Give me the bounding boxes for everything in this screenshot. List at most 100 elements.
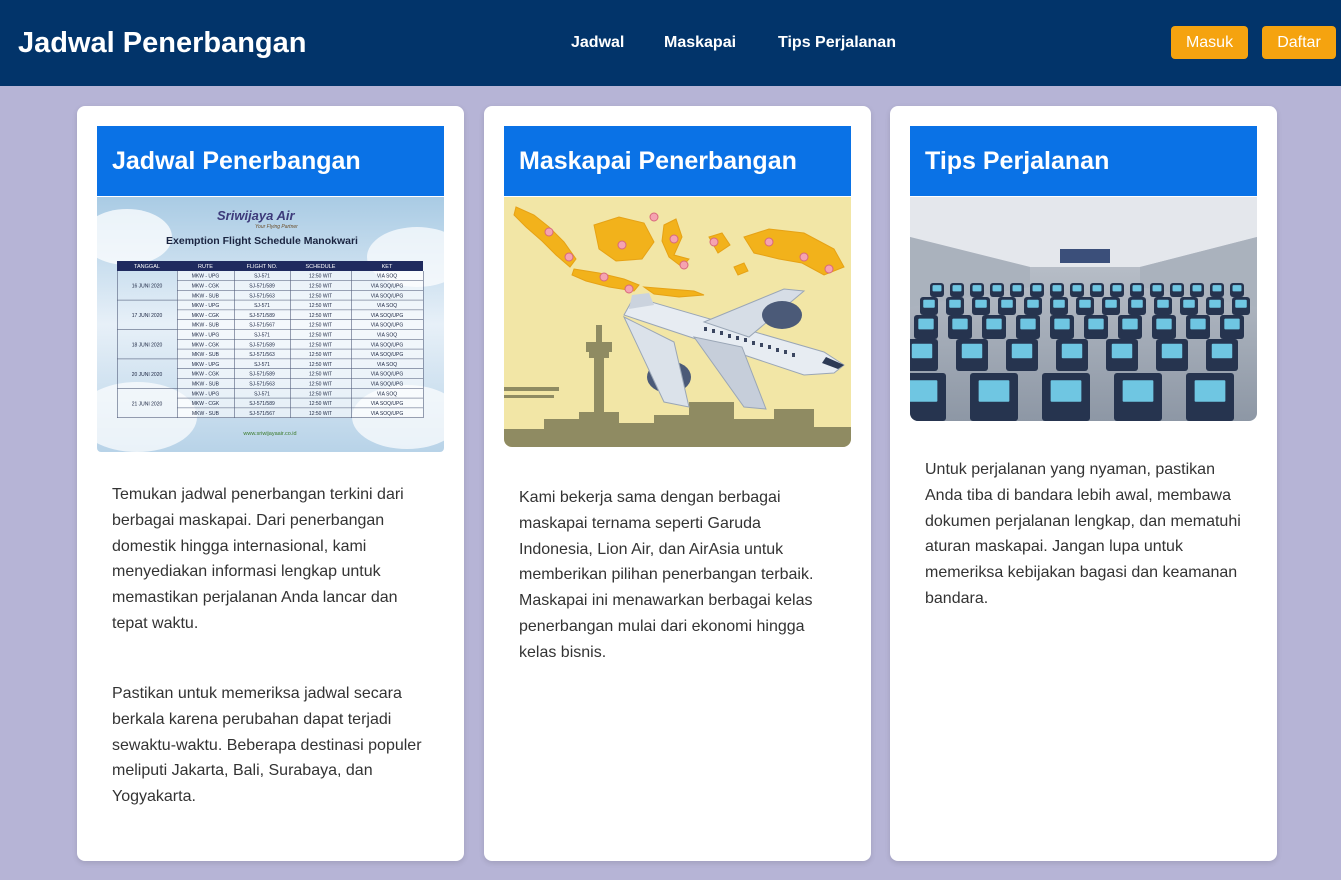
schedule-row-divider <box>177 329 423 330</box>
schedule-cell: VIA SOQ/UPG <box>371 382 404 388</box>
schedule-cell: 12:50 WIT <box>309 303 332 309</box>
schedule-cell: 12:50 WIT <box>309 382 332 388</box>
schedule-date: 18 JUNI 2020 <box>132 343 163 349</box>
seatback-screen <box>923 299 935 308</box>
brand-logo-text: Sriwijaya Air <box>217 208 295 223</box>
seatback-screen <box>910 380 938 402</box>
seatback-screen <box>1172 285 1182 292</box>
schedule-cell: SJ-571/563 <box>249 352 275 358</box>
schedule-footer-url: www.sriwijayaair.co.id <box>242 431 296 437</box>
schedule-row-divider <box>177 358 423 360</box>
schedule-cell: 12:50 WIT <box>309 342 332 348</box>
schedule-cell: MKW - SUB <box>192 323 220 329</box>
schedule-cell: 12:50 WIT <box>309 352 332 358</box>
card-title: Tips Perjalanan <box>910 126 1257 196</box>
seatback-screen <box>1235 299 1247 308</box>
schedule-cell: VIA SOQ/UPG <box>371 401 404 407</box>
schedule-row-divider <box>177 299 423 301</box>
card-title: Maskapai Penerbangan <box>504 126 851 196</box>
schedule-cell: VIA SOQ/UPG <box>371 352 404 358</box>
login-button[interactable]: Masuk <box>1171 26 1248 59</box>
schedule-cell: MKW - UPG <box>192 362 220 368</box>
seatback-screen <box>1190 318 1206 330</box>
seatback-screen <box>1012 285 1022 292</box>
seatback-screen <box>1161 343 1183 359</box>
schedule-cell: VIA SOQ/UPG <box>371 313 404 319</box>
seatback-screen <box>952 318 968 330</box>
seatback-screen <box>1152 285 1162 292</box>
schedule-date: 17 JUNI 2020 <box>132 313 163 319</box>
cabin-interior-image <box>910 197 1257 421</box>
schedule-row-divider <box>177 417 423 418</box>
schedule-column-divider <box>351 271 352 418</box>
schedule-cell: VIA SOQ <box>377 391 397 397</box>
schedule-cell: SJ-571 <box>254 391 270 397</box>
brand-tagline: Your Flying Partner <box>255 224 298 230</box>
seatback-screen <box>1224 318 1240 330</box>
seatback-screen <box>911 343 933 359</box>
schedule-cell: 12:50 WIT <box>309 274 332 280</box>
seatback-screen <box>1132 285 1142 292</box>
seatback-screen <box>1105 299 1117 308</box>
card-paragraph: Untuk perjalanan yang nyaman, pastikan A… <box>925 461 1241 607</box>
schedule-column-header: TANGGAL <box>134 264 160 270</box>
seatback-screen <box>1088 318 1104 330</box>
schedule-cell: 12:50 WIT <box>309 333 332 339</box>
schedule-cell: 12:50 WIT <box>309 293 332 299</box>
schedule-cell: VIA SOQ <box>377 303 397 309</box>
schedule-cell: MKW - CGK <box>192 284 220 290</box>
schedule-cell: VIA SOQ <box>377 274 397 280</box>
schedule-cell: MKW - UPG <box>192 274 220 280</box>
seatback-screen <box>949 299 961 308</box>
schedule-cell: 12:50 WIT <box>309 362 332 368</box>
seatback-screen <box>986 318 1002 330</box>
seatback-screen <box>1072 285 1082 292</box>
card-travel-tips: Tips Perjalanan Untuk perjalanan yang ny… <box>890 106 1277 861</box>
schedule-column-divider <box>234 271 235 418</box>
schedule-row-divider <box>177 348 423 350</box>
card-paragraph: Kami bekerja sama dengan berbagai maskap… <box>519 489 814 661</box>
schedule-cell: MKW - UPG <box>192 333 220 339</box>
schedule-cell: SJ-571 <box>254 274 270 280</box>
nav-link-maskapai[interactable]: Maskapai <box>664 34 736 52</box>
top-navbar: Jadwal Penerbangan Jadwal Maskapai Tips … <box>0 0 1341 86</box>
schedule-cell: VIA SOQ <box>377 333 397 339</box>
schedule-row-divider <box>177 388 423 389</box>
seatback-screen <box>978 380 1010 402</box>
schedule-cell: VIA SOQ/UPG <box>371 323 404 329</box>
schedule-cell: 12:50 WIT <box>309 284 332 290</box>
schedule-row-divider <box>177 368 423 369</box>
airplane-map-image <box>504 197 851 447</box>
seatback-screen <box>1131 299 1143 308</box>
schedule-date: 21 JUNI 2020 <box>132 401 163 407</box>
seatback-screen <box>1157 299 1169 308</box>
schedule-date: 16 JUNI 2020 <box>132 284 163 290</box>
schedule-cell: MKW - CGK <box>192 313 220 319</box>
site-title: Jadwal Penerbangan <box>18 27 307 59</box>
schedule-cell: 12:50 WIT <box>309 372 332 378</box>
schedule-row-divider <box>177 309 423 311</box>
nav-link-jadwal[interactable]: Jadwal <box>571 34 624 52</box>
schedule-cell: SJ-571 <box>254 333 270 339</box>
seatback-screen <box>1122 380 1154 402</box>
seatback-screen <box>1092 285 1102 292</box>
register-button[interactable]: Daftar <box>1262 26 1336 59</box>
seatback-screen <box>1032 285 1042 292</box>
schedule-row-divider <box>177 290 423 291</box>
seatback-screen <box>1192 285 1202 292</box>
schedule-cell: VIA SOQ/UPG <box>371 372 404 378</box>
schedule-heading: Exemption Flight Schedule Manokwari <box>166 235 358 247</box>
seatback-screen <box>1020 318 1036 330</box>
schedule-cell: SJ-571/589 <box>249 313 275 319</box>
schedule-column-header: SCHEDULE <box>306 264 336 270</box>
seatback-screen <box>1027 299 1039 308</box>
schedule-column-divider <box>177 271 178 418</box>
schedule-column-header: RUTE <box>198 264 213 270</box>
card-paragraph: Temukan jadwal penerbangan terkini dari … <box>112 486 404 632</box>
schedule-cell: MKW - UPG <box>192 391 220 397</box>
seatback-screen <box>992 285 1002 292</box>
schedule-cell: VIA SOQ/UPG <box>371 342 404 348</box>
schedule-cell: SJ-571/589 <box>249 401 275 407</box>
nav-link-tips-perjalanan[interactable]: Tips Perjalanan <box>778 34 896 52</box>
schedule-cell: SJ-571 <box>254 303 270 309</box>
